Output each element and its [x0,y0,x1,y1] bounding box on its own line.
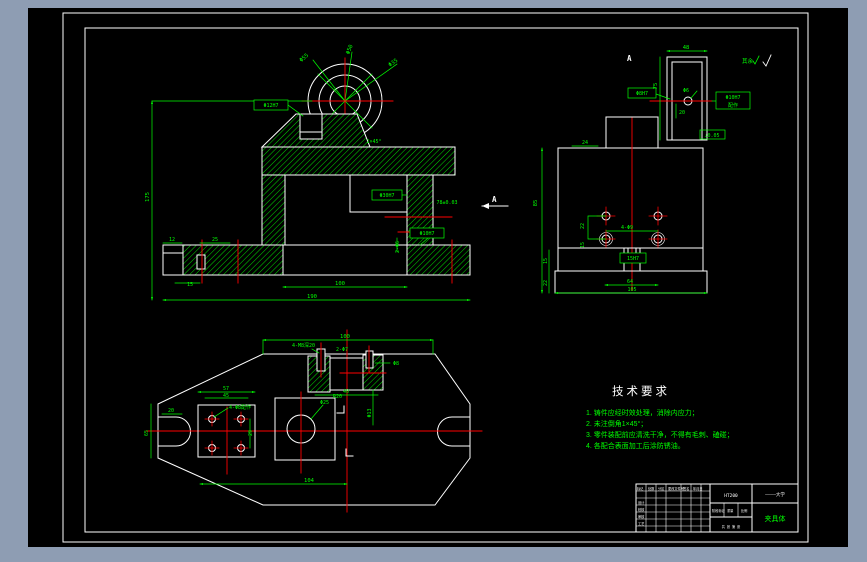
header-cell: 标记 [637,486,644,491]
dim-label-boxed: 配作 [728,102,738,109]
dim-label: 100 [335,281,345,287]
dim-label: 78±0.03 [436,200,457,206]
dim-label: 65 [144,430,150,436]
stage-cell: 比例 [741,508,747,513]
dim-label: Φ6 [683,88,689,94]
drawing-canvas [28,8,848,547]
gdt-label: ⊥0.05 [704,133,719,139]
header-cell: 签名 [683,486,689,491]
role-cell: 工艺 [638,521,644,526]
cad-viewer-window: Φ55 Φ50 Φ35 Φ12H7 175 Φ30H7 78±0.03 2-Φ6… [0,0,867,562]
roughness-others-label: 其余 [742,57,754,65]
dim-label: 22 [543,280,549,286]
dim-label: 24 [582,140,588,146]
tech-req-title: 技术要求 [612,386,670,398]
dim-label: 2-Φ6 [395,241,401,253]
tech-req-item: 1. 铸件应经时效处理，消除内应力； [586,410,699,417]
dim-label: 15 [187,282,193,288]
tech-req-item: 3. 零件装配前应清洗干净，不得有毛刺、磕碰； [586,432,734,439]
dim-label: 15 [543,258,549,264]
dim-label: 4-Φ8配作 [229,404,251,411]
dim-label: 104 [304,478,315,484]
dim-label: 75 [653,83,659,90]
material-cell: HT200 [724,493,738,499]
role-cell: 校核 [638,507,645,512]
header-cell: 分区 [658,486,665,491]
dim-label: 4-M8深20 [292,342,315,349]
dim-label: Φ8 [393,361,399,367]
dim-label-boxed: Φ10H7 [725,95,740,101]
technical-requirements: 技术要求 1. 铸件应经时效处理，消除内应力； 2. 未注倒角1×45°； 3.… [586,383,836,452]
dim-label: 48 [683,45,690,51]
dim-label-boxed: Φ8H7 [636,91,648,97]
dim-label: 20 [168,408,174,414]
organization-cell: ————大学 [765,491,785,498]
dim-label: R20 [333,394,342,400]
dim-label: 4-Φ9 [621,225,633,231]
dim-label: 22 [580,223,586,229]
sheet-frame [28,8,848,547]
drawing-sheet: Φ55 Φ50 Φ35 Φ12H7 175 Φ30H7 78±0.03 2-Φ6… [28,8,848,547]
dim-label-boxed: 15H7 [627,256,639,262]
dim-label: 57 [223,386,229,392]
dim-label: 20 [679,110,685,116]
dim-label: 1×45° [366,139,381,145]
dim-label: 64 [627,279,633,285]
section-arrow-label: A [492,195,497,204]
header-cell: 更改文件号 [668,486,684,491]
dim-label: Φ13 [367,408,373,417]
role-cell: 设计 [638,500,645,505]
stage-cell: 阶段标记 [712,508,726,513]
dim-label: 190 [307,294,317,300]
tech-req-item: 2. 未注倒角1×45°； [586,421,648,428]
dim-label-boxed: Φ10H7 [419,231,434,237]
dim-label: 15 [580,242,586,248]
stage-cell: 重量 [727,508,734,513]
dim-label: 175 [145,192,151,202]
role-cell: 审核 [638,514,645,519]
dim-label: 85 [533,200,539,207]
dim-label: 25 [212,237,218,243]
sheet-count-cell: 共 张 第 张 [722,524,741,529]
dim-label: Φ25 [320,400,329,406]
dim-label: 12 [169,237,175,243]
dim-label: 2-Φ7 [336,347,348,353]
dim-label-boxed: Φ30H7 [379,193,394,199]
view-label: A [627,54,632,63]
dim-label: 29 [248,430,254,436]
dim-label: 100 [340,334,350,340]
header-cell: 年月日 [693,486,703,491]
dim-label-boxed: Φ12H7 [263,103,278,109]
part-name-cell: 夹具体 [765,514,786,523]
tech-req-item: 4. 各配合表面加工后涂防锈油。 [586,443,685,450]
header-cell: 处数 [648,486,655,491]
dim-label: 105 [627,287,636,293]
dim-label: 45 [223,393,229,399]
dim-label: 40 [343,389,349,395]
